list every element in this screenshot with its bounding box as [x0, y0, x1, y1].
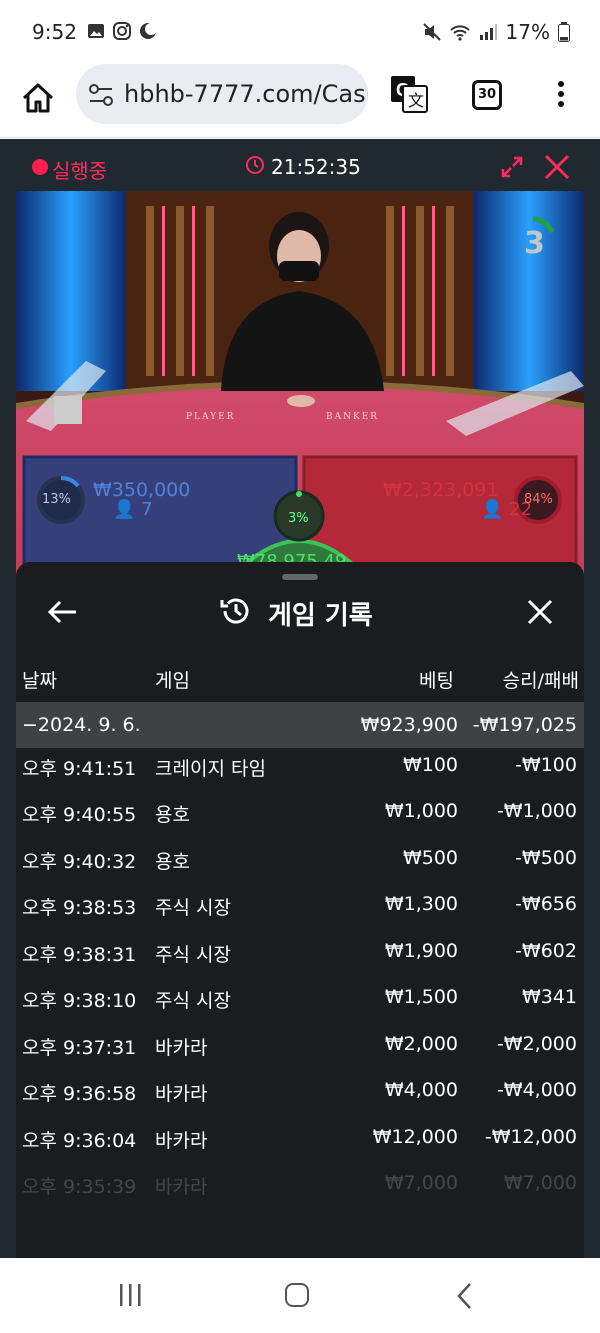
table-player-text: PLAYER — [186, 412, 235, 422]
close-icon[interactable] — [526, 598, 554, 626]
signal-icon — [479, 24, 497, 40]
history-row[interactable]: 오후 9:35:39 바카라 ₩7,000 ₩7,000 — [16, 1172, 584, 1218]
game-history-panel: 게임 기록 날짜 게임 베팅 승리/패배 −2024. 9. 6. ₩923,9… — [16, 562, 584, 1258]
site-settings-icon[interactable] — [88, 82, 114, 108]
instagram-icon — [113, 22, 131, 40]
group-bet-total: ₩923,900 — [360, 714, 458, 736]
status-time: 9:52 — [32, 20, 77, 44]
countdown-timer: 3 — [524, 216, 555, 261]
col-bet: 베팅 — [419, 670, 454, 692]
history-row[interactable]: 오후 9:36:04 바카라 ₩12,000 -₩12,000 — [16, 1126, 584, 1172]
back-nav-icon[interactable] — [455, 1282, 475, 1310]
group-result-total: -₩197,025 — [472, 714, 577, 736]
history-icon — [220, 598, 249, 624]
battery-percent: 17% — [505, 20, 550, 44]
home-icon[interactable] — [18, 78, 58, 118]
system-nav-bar — [0, 1258, 600, 1333]
history-list[interactable]: 오후 9:41:51 크레이지 타임 ₩100 -₩100 오후 9:40:55 용호 ₩… — [16, 754, 584, 1224]
history-row[interactable]: 오후 9:40:55 용호 ₩1,000 -₩1,000 — [16, 800, 584, 846]
tab-switcher-button[interactable]: 30 — [472, 80, 502, 110]
translate-icon[interactable]: G文 — [389, 74, 429, 114]
drag-handle[interactable] — [282, 574, 318, 580]
url-bar[interactable]: hbhb-7777.com/Casi — [76, 64, 368, 124]
browser-toolbar: hbhb-7777.com/Casi G文 30 — [0, 64, 600, 138]
game-header: 실행중 21:52:35 — [0, 139, 600, 191]
date-group-row[interactable]: −2024. 9. 6. ₩923,900 -₩197,025 — [16, 702, 584, 748]
battery-icon — [558, 22, 570, 42]
close-game-icon[interactable] — [543, 153, 571, 181]
history-row[interactable]: 오후 9:36:58 바카라 ₩4,000 -₩4,000 — [16, 1079, 584, 1125]
history-row[interactable]: 오후 9:38:31 주식 시장 ₩1,900 -₩602 — [16, 940, 584, 986]
tie-percent: 3% — [288, 511, 309, 526]
player-percent: 13% — [42, 492, 71, 507]
player-amount: ₩350,000 — [93, 479, 191, 501]
banker-percent: 84% — [524, 492, 553, 507]
table-banker-text: BANKER — [326, 412, 379, 422]
more-menu-icon[interactable] — [553, 78, 569, 112]
clock-icon — [246, 156, 264, 174]
url-text[interactable]: hbhb-7777.com/Casi — [124, 80, 368, 108]
col-result: 승리/패배 — [502, 670, 579, 692]
game-area: 실행중 21:52:35 PLAYER BANKER 3 13% ₩350,00… — [0, 139, 600, 1258]
svg-text:3: 3 — [524, 226, 545, 261]
history-row[interactable]: 오후 9:37:31 바카라 ₩2,000 -₩2,000 — [16, 1033, 584, 1079]
status-bar: 9:52 17% — [0, 0, 600, 64]
col-game: 게임 — [155, 670, 190, 692]
table-header: 날짜 게임 베팅 승리/패배 — [16, 660, 584, 704]
wifi-icon — [449, 25, 470, 41]
history-row[interactable]: 오후 9:38:10 주식 시장 ₩1,500 ₩341 — [16, 986, 584, 1032]
mute-icon — [422, 23, 441, 41]
history-row[interactable]: 오후 9:38:53 주식 시장 ₩1,300 -₩656 — [16, 893, 584, 939]
group-date: −2024. 9. 6. — [22, 714, 141, 736]
svg-text:文: 文 — [408, 91, 424, 110]
expand-icon[interactable] — [500, 155, 524, 179]
panel-title: 게임 기록 — [268, 601, 373, 631]
image-icon — [88, 24, 104, 38]
live-indicator — [32, 159, 48, 175]
moon-icon — [140, 23, 157, 39]
banker-amount: ₩2,323,091 — [383, 479, 499, 501]
recents-icon[interactable] — [118, 1284, 142, 1306]
live-label: 실행중 — [52, 159, 108, 183]
home-nav-icon[interactable] — [285, 1283, 309, 1307]
player-count: 👤 7 — [113, 499, 153, 520]
game-clock: 21:52:35 — [271, 155, 361, 179]
col-date: 날짜 — [22, 670, 57, 692]
back-arrow-icon[interactable] — [46, 598, 80, 626]
history-row[interactable]: 오후 9:40:32 용호 ₩500 -₩500 — [16, 847, 584, 893]
history-row[interactable]: 오후 9:41:51 크레이지 타임 ₩100 -₩100 — [16, 754, 584, 800]
